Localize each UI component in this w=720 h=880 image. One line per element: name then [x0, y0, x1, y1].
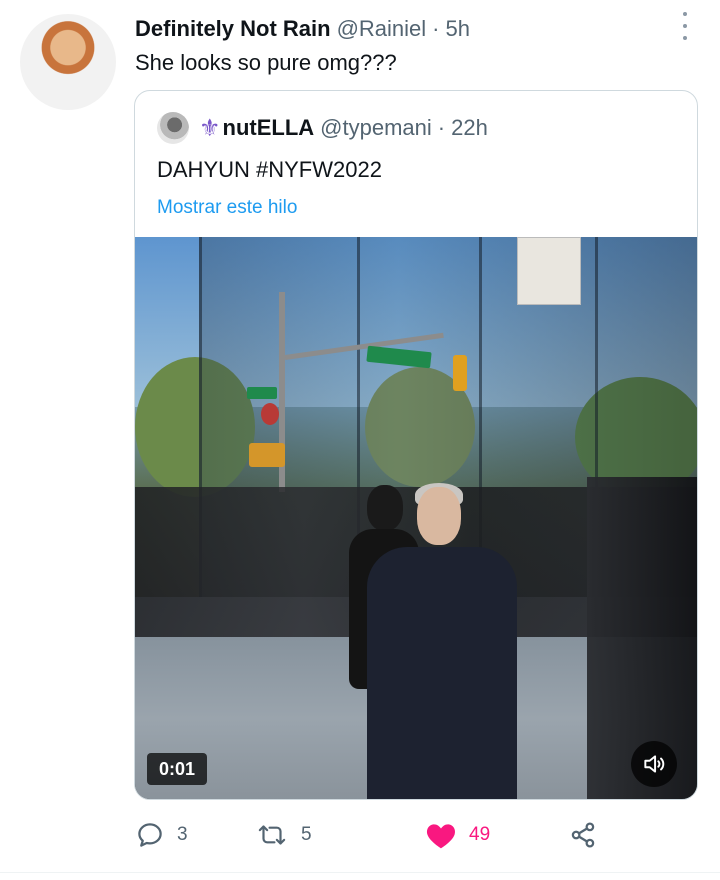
reply-count: 3: [177, 824, 188, 845]
speaker-icon: [644, 755, 665, 773]
video-player[interactable]: 0:01: [135, 237, 697, 799]
quoted-timestamp[interactable]: 22h: [451, 115, 488, 141]
more-options-icon[interactable]: [678, 12, 692, 40]
retweet-count: 5: [301, 824, 312, 845]
quoted-display-name-text: nutELLA: [222, 115, 315, 140]
video-duration-badge: 0:01: [147, 753, 207, 785]
quoted-tweet[interactable]: ⚜ nutELLA @typemani · 22h DAHYUN #NYFW20…: [134, 90, 698, 800]
heart-filled-icon: [426, 824, 456, 849]
separator-dot: ·: [432, 16, 440, 41]
volume-button[interactable]: [631, 741, 677, 787]
show-thread-link[interactable]: Mostrar este hilo: [157, 197, 297, 219]
display-name[interactable]: Definitely Not Rain: [135, 16, 331, 42]
fleur-de-lis-icon: ⚜: [199, 114, 221, 142]
like-button[interactable]: 49: [425, 818, 490, 852]
retweet-icon: [258, 825, 286, 845]
video-frame-traffic-light: [453, 355, 467, 391]
reply-icon: [138, 823, 162, 847]
video-frame-street-sign: [247, 387, 277, 399]
timestamp[interactable]: 5h: [446, 16, 470, 42]
quoted-tweet-text: DAHYUN #NYFW2022: [157, 157, 382, 182]
separator-dot: ·: [437, 115, 446, 140]
tweet-text: She looks so pure omg???: [135, 50, 397, 75]
quoted-avatar[interactable]: [157, 112, 189, 144]
user-handle[interactable]: @Rainiel: [337, 16, 427, 42]
retweet-button[interactable]: 5: [255, 818, 312, 852]
quoted-user-handle[interactable]: @typemani: [320, 115, 432, 141]
video-frame-banner: [517, 237, 581, 305]
video-frame-stop-sign: [261, 403, 279, 425]
reply-button[interactable]: 3: [135, 818, 188, 852]
like-count: 49: [469, 824, 491, 845]
video-frame-person: [367, 483, 517, 799]
tweet-actions: 3 5 49: [135, 818, 615, 852]
tweet-header: Definitely Not Rain @Rainiel · 5h: [135, 14, 470, 44]
quoted-tweet-header: ⚜ nutELLA @typemani · 22h: [157, 111, 488, 145]
quoted-display-name[interactable]: ⚜ nutELLA: [199, 114, 314, 143]
share-icon: [571, 822, 595, 848]
share-button[interactable]: [568, 818, 610, 852]
avatar[interactable]: [20, 14, 116, 110]
divider: [0, 872, 720, 873]
video-frame-traffic-light: [249, 443, 285, 467]
